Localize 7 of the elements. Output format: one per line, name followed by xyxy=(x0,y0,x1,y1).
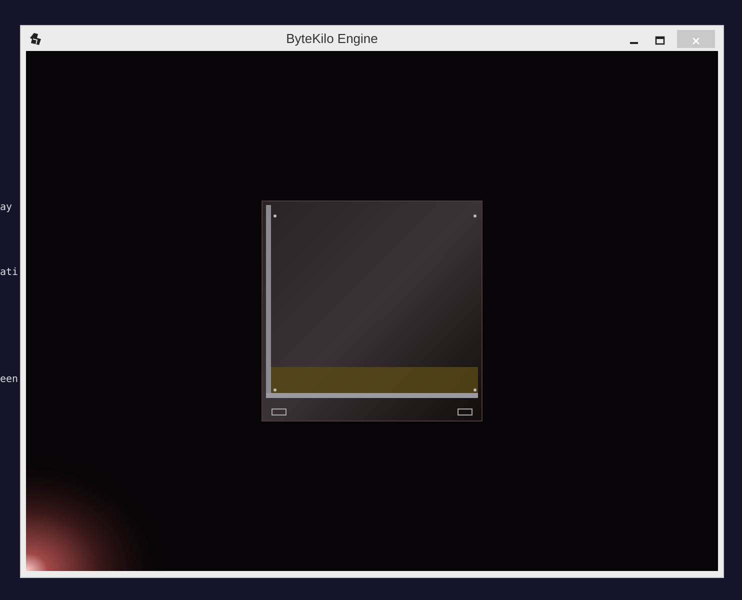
console-text: een xyxy=(0,373,20,387)
close-icon xyxy=(691,36,701,46)
console-text: ay xyxy=(0,201,14,215)
console-text: ati xyxy=(0,266,20,280)
window-title: ByteKilo Engine xyxy=(285,30,379,48)
maximize-icon xyxy=(655,36,665,46)
app-logo-icon xyxy=(29,32,43,46)
